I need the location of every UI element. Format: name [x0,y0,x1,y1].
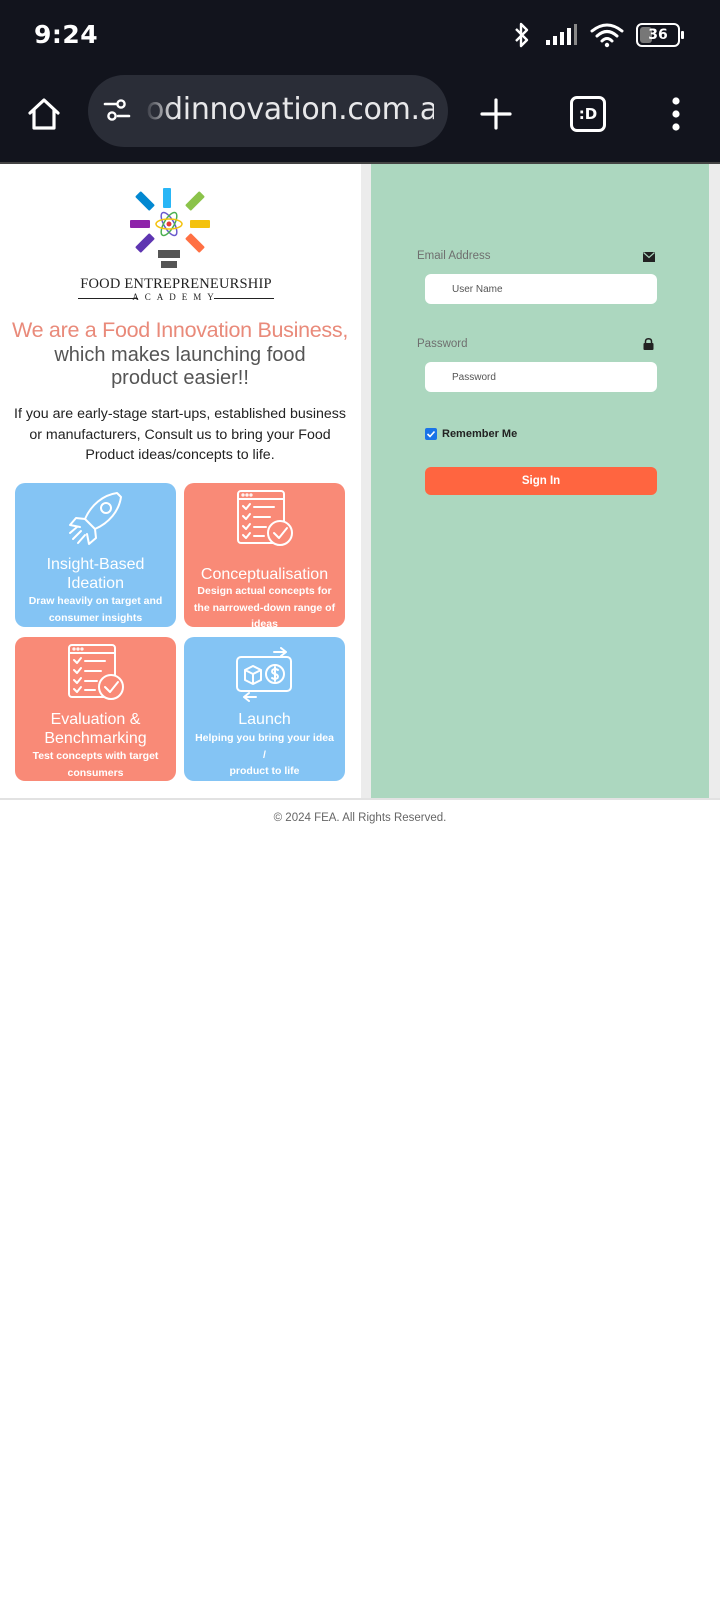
password-input[interactable] [425,362,657,392]
email-input[interactable] [425,274,657,304]
brand-logo[interactable]: FOOD ENTREPRENEURSHIP ACADEMY [78,186,274,304]
url-text[interactable]: odinnovation.com.au [146,92,434,127]
browser-toolbar: odinnovation.com.au :D [0,70,720,164]
battery-icon: 36 [636,23,684,47]
tune-icon[interactable] [102,95,132,125]
remember-me-checkbox[interactable] [425,428,437,440]
menu-button[interactable] [650,88,702,140]
copyright-footer: © 2024 FEA. All Rights Reserved. [273,812,447,824]
battery-percent: 36 [648,27,668,43]
remember-me[interactable]: Remember Me [425,428,517,440]
card-description: Helping you bring your idea / product to… [190,730,339,780]
card-description-line: product to life [229,765,300,777]
card-title: Launch [188,710,341,729]
card-title: Insight-Based Ideation [19,555,172,593]
card-description: Draw heavily on target and consumer insi… [28,595,163,624]
bluetooth-icon [515,22,529,48]
tabs-icon: :D [570,96,606,132]
envelope-icon [643,252,655,262]
card-title-text: Conceptualisation [200,566,329,583]
status-time: 9:24 [34,20,99,49]
status-bar: 9:24 36 [0,0,720,70]
hero-body: If you are early-stage start-ups, establ… [14,406,346,463]
password-label: Password [417,338,468,350]
remember-me-label: Remember Me [442,428,518,440]
hero-subheadline: which makes launching food product easie… [54,344,306,389]
address-bar[interactable]: odinnovation.com.au [88,75,448,147]
product-money-icon [236,647,292,702]
page-content: FOOD ENTREPRENEURSHIP ACADEMY We are a F… [0,164,720,800]
home-button[interactable] [18,88,70,140]
service-card-launch[interactable]: Launch Helping you bring your idea / pro… [184,637,345,781]
card-description-line: / [263,748,266,761]
new-tab-button[interactable] [470,88,522,140]
card-title-text: Launch [238,711,291,728]
card-title-text: Insight-Based Ideation [46,556,145,592]
lightbulb-atom-icon [130,188,210,268]
card-title-text: Evaluation & Benchmarking [44,711,147,747]
url-fade [144,75,174,147]
brand-subtitle: ACADEMY [78,292,274,302]
tab-switcher-button[interactable]: :D [562,88,614,140]
brand-name: FOOD ENTREPRENEURSHIP [80,276,272,292]
checklist-icon [237,490,293,546]
card-title: Conceptualisation [188,565,341,584]
checklist-icon [68,644,124,700]
email-label: Email Address [417,250,491,262]
card-title: Evaluation & Benchmarking [19,710,172,748]
intro-column: FOOD ENTREPRENEURSHIP ACADEMY We are a F… [0,164,360,800]
signal-icon [546,24,577,45]
card-description: Design actual concepts for the narrowed-… [193,585,336,627]
card-description: Test concepts with target consumers [32,750,159,779]
plus-icon [480,98,512,130]
rocket-icon [69,492,122,545]
column-divider [361,164,371,800]
card-description-line: Helping you bring your idea [195,732,334,744]
section-divider [0,798,720,800]
service-card-conceptualisation[interactable]: Conceptualisation Design actual concepts… [184,483,345,627]
lock-icon [643,338,654,350]
page-edge [709,164,720,800]
status-icons: 36 [512,18,684,52]
checkmark-icon [426,430,436,438]
hero-headline: We are a Food Innovation Business, [12,318,348,342]
more-vert-icon [672,97,680,131]
home-icon [28,98,60,130]
service-card-ideation[interactable]: Insight-Based Ideation Draw heavily on t… [15,483,176,627]
login-panel: Email Address Password Remember Me Sign … [371,164,709,798]
service-card-evaluation[interactable]: Evaluation & Benchmarking Test concepts … [15,637,176,781]
sign-in-button[interactable]: Sign In [425,467,657,495]
wifi-icon [590,23,624,48]
